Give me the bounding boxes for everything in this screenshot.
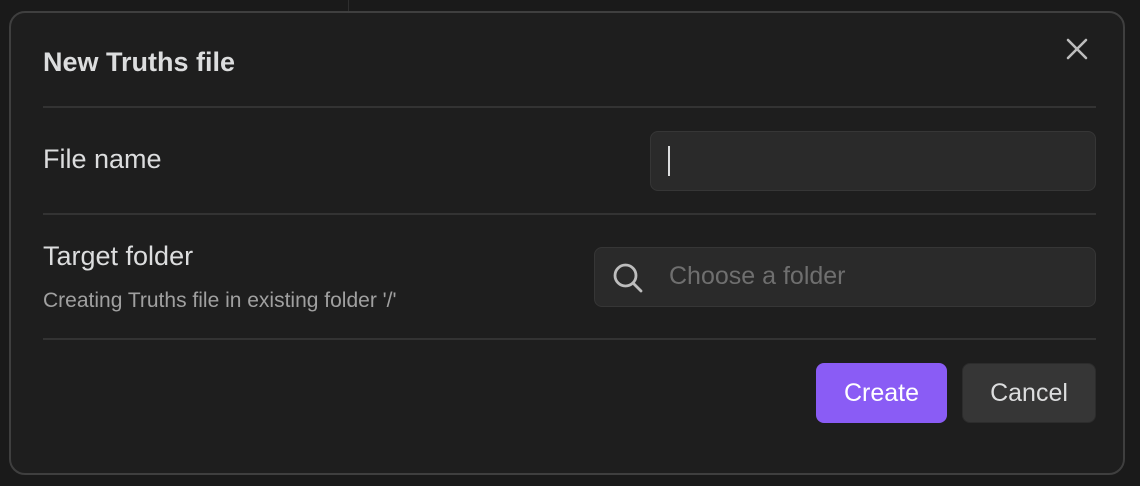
search-icon [613, 263, 643, 293]
folder-search-input[interactable]: Choose a folder [594, 247, 1096, 307]
close-button[interactable] [1063, 35, 1091, 63]
folder-search-placeholder: Choose a folder [669, 262, 846, 290]
file-name-label: File name [43, 144, 162, 174]
target-folder-description: Creating Truths file in existing folder … [43, 289, 397, 312]
dialog-title: New Truths file [43, 47, 236, 77]
divider [43, 338, 1096, 340]
target-folder-label: Target folder [43, 241, 194, 271]
close-icon [1066, 38, 1088, 60]
new-truths-file-dialog: New Truths file File name Target folder … [9, 11, 1125, 475]
divider [43, 106, 1096, 108]
cancel-button[interactable]: Cancel [962, 363, 1096, 423]
divider [43, 213, 1096, 215]
file-name-input[interactable] [650, 131, 1096, 191]
create-button[interactable]: Create [816, 363, 947, 423]
text-caret [668, 146, 670, 176]
